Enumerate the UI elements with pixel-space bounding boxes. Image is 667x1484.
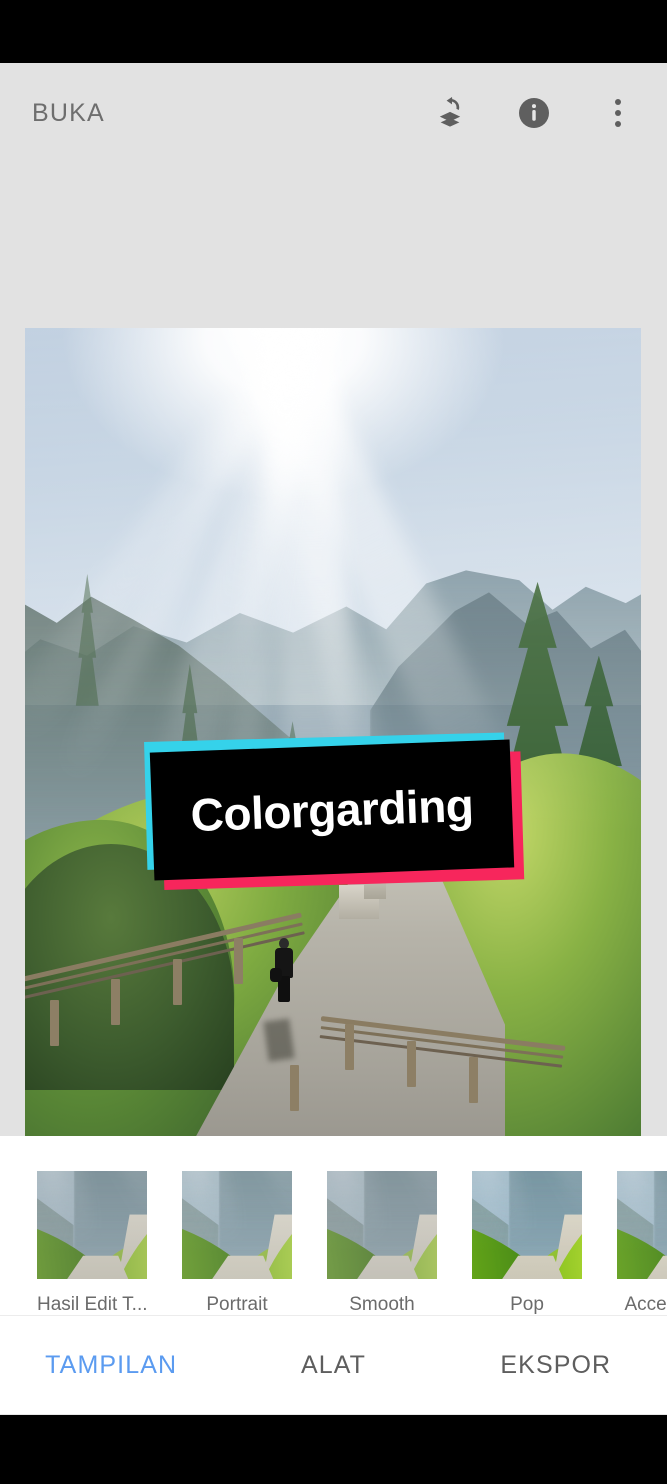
filter-item-pop[interactable]: Pop bbox=[472, 1171, 582, 1315]
overflow-dots bbox=[595, 99, 641, 127]
page-title: BUKA bbox=[32, 98, 105, 127]
thumb-photo bbox=[617, 1171, 667, 1279]
bottom-tab-bar: TAMPILAN ALAT EKSPOR bbox=[0, 1315, 667, 1415]
filter-row: Hasil Edit T... Portrait Smooth Pop Acce bbox=[0, 1136, 667, 1315]
filter-thumbnail bbox=[182, 1171, 292, 1279]
sticker-black-box: Colorgarding bbox=[149, 739, 515, 881]
fence-post bbox=[49, 999, 59, 1046]
filter-label: Smooth bbox=[349, 1294, 415, 1315]
photo-editor-app: BUKA Colorgarding Hasil Edit T... Portra… bbox=[0, 63, 667, 1415]
fence-post bbox=[111, 979, 121, 1026]
filter-thumbnail bbox=[327, 1171, 437, 1279]
filter-item-smooth[interactable]: Smooth bbox=[327, 1171, 437, 1315]
filter-item-accentuate[interactable]: Accentuate bbox=[617, 1171, 667, 1315]
person-figure bbox=[270, 938, 295, 1006]
overflow-menu-icon[interactable] bbox=[595, 90, 641, 136]
filter-label: Portrait bbox=[206, 1294, 268, 1315]
thumb-photo bbox=[472, 1171, 582, 1279]
filter-label: Accentuate bbox=[624, 1294, 667, 1315]
info-icon[interactable] bbox=[511, 90, 557, 136]
tab-tampilan[interactable]: TAMPILAN bbox=[0, 1351, 222, 1380]
filter-thumbnail bbox=[472, 1171, 582, 1279]
fence-post bbox=[468, 1056, 478, 1103]
filter-label: Hasil Edit T... bbox=[37, 1294, 147, 1315]
fence-post bbox=[289, 1065, 299, 1112]
filter-thumbnail bbox=[617, 1171, 667, 1279]
revert-stacks-icon[interactable] bbox=[427, 90, 473, 136]
text-sticker-overlay[interactable]: Colorgarding bbox=[144, 732, 525, 890]
tab-alat[interactable]: ALAT bbox=[222, 1351, 444, 1380]
filter-item-portrait[interactable]: Portrait bbox=[182, 1171, 292, 1315]
filter-item-hasil-edit[interactable]: Hasil Edit T... bbox=[37, 1171, 147, 1315]
thumb-photo bbox=[327, 1171, 437, 1279]
fence-post bbox=[345, 1024, 355, 1071]
system-navigation-bar bbox=[0, 1415, 667, 1484]
photo-canvas[interactable]: Colorgarding bbox=[0, 163, 667, 1199]
filter-presets-strip[interactable]: Hasil Edit T... Portrait Smooth Pop Acce bbox=[0, 1136, 667, 1315]
sticker-text: Colorgarding bbox=[189, 778, 475, 842]
filter-label: Pop bbox=[510, 1294, 544, 1315]
thumb-photo bbox=[182, 1171, 292, 1279]
app-top-bar: BUKA bbox=[0, 63, 667, 163]
fence-post bbox=[172, 958, 182, 1005]
thumb-photo bbox=[37, 1171, 147, 1279]
filter-thumbnail bbox=[37, 1171, 147, 1279]
top-bar-actions bbox=[427, 90, 641, 136]
tab-ekspor[interactable]: EKSPOR bbox=[445, 1351, 667, 1380]
system-status-bar-top bbox=[0, 0, 667, 63]
fence-post bbox=[406, 1040, 416, 1087]
fence-post bbox=[234, 938, 244, 985]
